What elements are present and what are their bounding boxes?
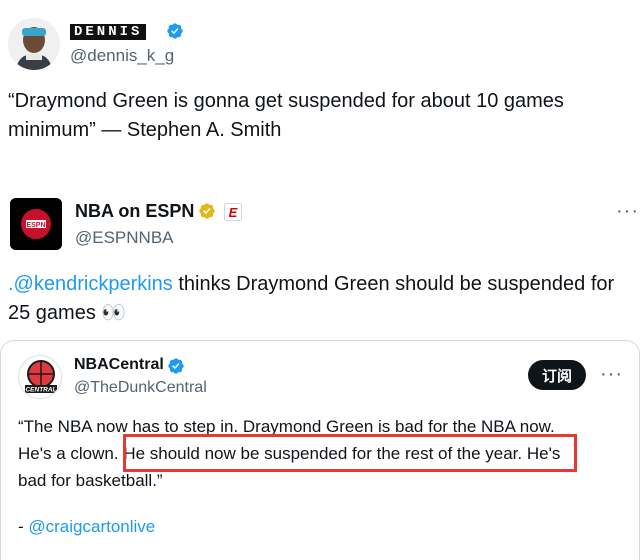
espn-badge-icon: E xyxy=(224,203,242,226)
credit-line: - @craigcartonlive xyxy=(18,517,155,537)
credit-link[interactable]: @craigcartonlive xyxy=(28,517,155,536)
verified-gold-icon xyxy=(198,202,216,220)
credit-prefix: - xyxy=(18,517,29,536)
tweet-text: “Draymond Green is gonna get suspended f… xyxy=(8,90,564,141)
handle[interactable]: @dennis_k_g xyxy=(70,46,174,66)
svg-text:E: E xyxy=(229,205,238,220)
display-name[interactable]: DENNIS xyxy=(70,24,147,40)
more-options-button[interactable]: ··· xyxy=(600,363,623,386)
verified-icon xyxy=(167,357,185,375)
quoted-line-1: “The NBA now has to step in. Draymond Gr… xyxy=(18,417,555,436)
display-name[interactable]: NBACentral xyxy=(74,356,164,374)
avatar[interactable]: ESPN xyxy=(10,198,62,250)
handle[interactable]: @ESPNNBA xyxy=(75,228,174,248)
avatar[interactable]: CENTRAL xyxy=(18,355,62,399)
more-options-button[interactable]: ··· xyxy=(616,200,639,223)
display-name[interactable]: NBA on ESPN xyxy=(75,201,194,222)
quoted-highlighted-text: He should now be suspended for the rest … xyxy=(123,444,523,463)
verified-icon xyxy=(166,22,184,40)
quoted-line-2-suffix: He's xyxy=(526,444,561,463)
avatar[interactable] xyxy=(8,18,60,70)
tweet-text: .@kendrickperkins thinks Draymond Green … xyxy=(8,270,638,328)
svg-text:CENTRAL: CENTRAL xyxy=(25,387,56,394)
quoted-line-2-prefix: He's a clown. xyxy=(18,444,119,463)
mention-link[interactable]: .@kendrickperkins xyxy=(8,273,173,295)
subscribe-button[interactable]: 订阅 xyxy=(528,360,586,390)
svg-text:ESPN: ESPN xyxy=(26,222,45,229)
handle[interactable]: @TheDunkCentral xyxy=(74,379,207,397)
quoted-tweet-text: “The NBA now has to step in. Draymond Gr… xyxy=(18,413,638,494)
quoted-line-3: bad for basketball.” xyxy=(18,471,163,490)
